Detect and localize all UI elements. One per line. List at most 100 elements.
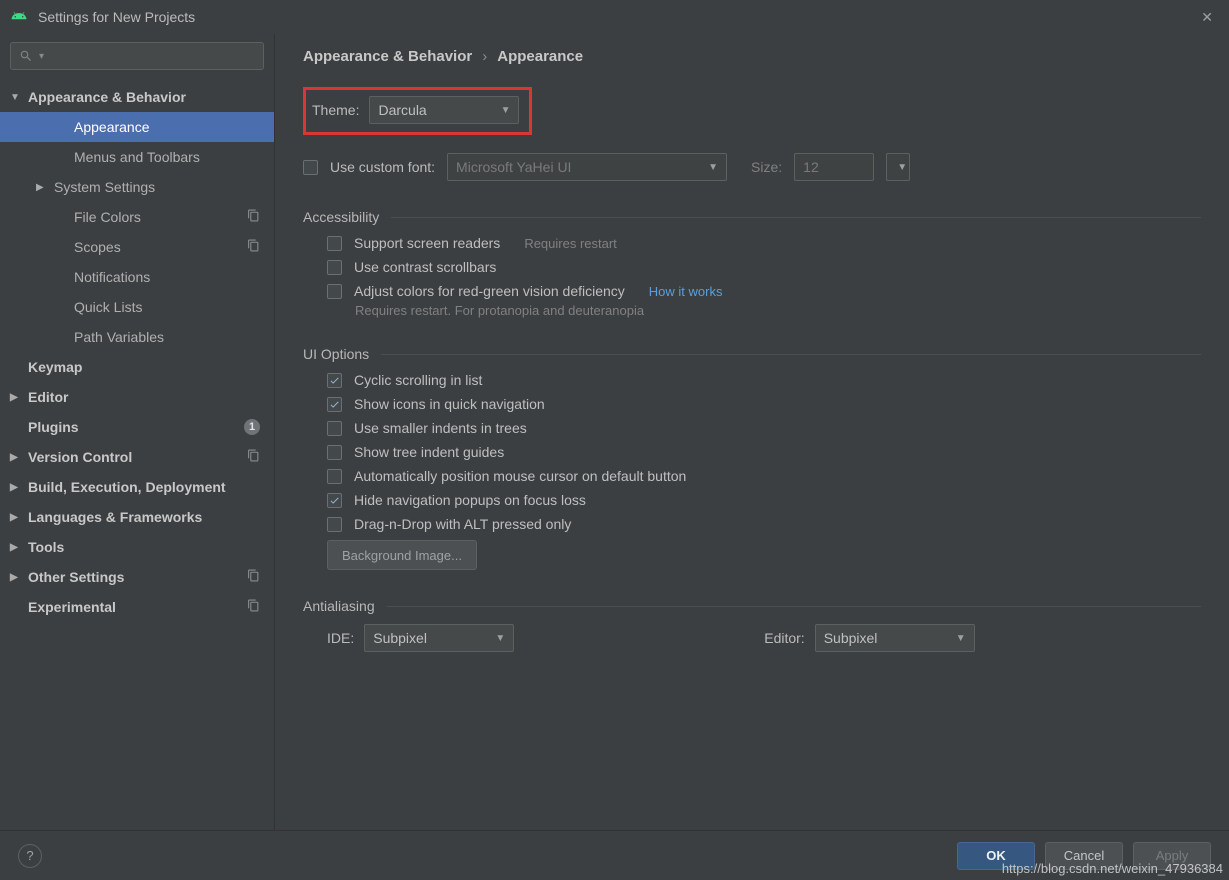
- sidebar-item-label: System Settings: [54, 179, 155, 195]
- ui-option-checkbox[interactable]: [327, 469, 342, 484]
- dialog-footer: ? OK Cancel Apply: [0, 830, 1229, 880]
- how-it-works-link[interactable]: How it works: [649, 284, 723, 299]
- sidebar-item-label: Notifications: [74, 269, 150, 285]
- search-input[interactable]: ▾: [10, 42, 264, 70]
- project-scope-icon: [247, 569, 260, 585]
- sidebar-item-scopes[interactable]: Scopes: [0, 232, 274, 262]
- ui-option-checkbox[interactable]: [327, 373, 342, 388]
- chevron-right-icon: ▶: [10, 512, 24, 523]
- ui-options-section: UI Options: [303, 346, 1201, 362]
- sidebar-item-label: Editor: [28, 389, 68, 405]
- chevron-down-icon: ▾: [39, 51, 44, 62]
- project-scope-icon: [247, 239, 260, 255]
- close-icon[interactable]: ✕: [1195, 5, 1219, 30]
- theme-value: Darcula: [378, 102, 426, 118]
- sidebar-item-editor[interactable]: ▶Editor: [0, 382, 274, 412]
- accessibility-row: Adjust colors for red-green vision defic…: [303, 283, 1201, 299]
- ui-option-checkbox[interactable]: [327, 493, 342, 508]
- font-size-field[interactable]: 12: [794, 153, 874, 181]
- sidebar-item-appearance[interactable]: Appearance: [0, 112, 274, 142]
- settings-tree: ▼Appearance & BehaviorAppearanceMenus an…: [0, 80, 274, 624]
- accessibility-checkbox[interactable]: [327, 260, 342, 275]
- chevron-right-icon: ▶: [10, 572, 24, 583]
- badge: 1: [244, 419, 260, 435]
- breadcrumb: Appearance & Behavior › Appearance: [303, 48, 1201, 65]
- font-size-stepper[interactable]: ▼: [886, 153, 910, 181]
- ui-option-row: Show tree indent guides: [303, 444, 1201, 460]
- sidebar-item-experimental[interactable]: Experimental: [0, 592, 274, 622]
- ui-option-row: Use smaller indents in trees: [303, 420, 1201, 436]
- sidebar-item-label: Plugins: [28, 419, 79, 435]
- sidebar-item-languages-frameworks[interactable]: ▶Languages & Frameworks: [0, 502, 274, 532]
- accessibility-checkbox[interactable]: [327, 284, 342, 299]
- ui-option-label: Show tree indent guides: [354, 444, 504, 460]
- ui-option-checkbox[interactable]: [327, 397, 342, 412]
- ui-option-label: Drag-n-Drop with ALT pressed only: [354, 516, 571, 532]
- ok-button[interactable]: OK: [957, 842, 1035, 870]
- custom-font-dropdown[interactable]: Microsoft YaHei UI ▼: [447, 153, 727, 181]
- sidebar-item-menus-and-toolbars[interactable]: Menus and Toolbars: [0, 142, 274, 172]
- accessibility-checkbox[interactable]: [327, 236, 342, 251]
- title-bar: Settings for New Projects ✕: [0, 0, 1229, 34]
- hint-text: Requires restart: [524, 236, 616, 251]
- project-scope-icon: [247, 599, 260, 615]
- ui-option-row: Automatically position mouse cursor on d…: [303, 468, 1201, 484]
- ui-option-checkbox[interactable]: [327, 517, 342, 532]
- sidebar-item-path-variables[interactable]: Path Variables: [0, 322, 274, 352]
- sidebar-item-appearance-behavior[interactable]: ▼Appearance & Behavior: [0, 82, 274, 112]
- sidebar-item-keymap[interactable]: Keymap: [0, 352, 274, 382]
- custom-font-checkbox[interactable]: [303, 160, 318, 175]
- antialiasing-title: Antialiasing: [303, 598, 375, 614]
- sidebar-item-label: Experimental: [28, 599, 116, 615]
- ui-option-label: Cyclic scrolling in list: [354, 372, 482, 388]
- sidebar-item-label: Version Control: [28, 449, 132, 465]
- ui-option-label: Hide navigation popups on focus loss: [354, 492, 586, 508]
- ui-option-checkbox[interactable]: [327, 421, 342, 436]
- antialias-ide-dropdown[interactable]: Subpixel ▼: [364, 624, 514, 652]
- sidebar-item-label: Other Settings: [28, 569, 124, 585]
- chevron-down-icon: ▼: [501, 105, 511, 116]
- sidebar-item-label: Build, Execution, Deployment: [28, 479, 226, 495]
- antialias-editor-dropdown[interactable]: Subpixel ▼: [815, 624, 975, 652]
- accessibility-label: Adjust colors for red-green vision defic…: [354, 283, 625, 299]
- project-scope-icon: [247, 449, 260, 465]
- ui-option-label: Show icons in quick navigation: [354, 396, 545, 412]
- help-button[interactable]: ?: [18, 844, 42, 868]
- chevron-down-icon: ▼: [495, 633, 505, 644]
- background-image-button[interactable]: Background Image...: [327, 540, 477, 570]
- sidebar: ▾ ▼Appearance & BehaviorAppearanceMenus …: [0, 34, 275, 830]
- breadcrumb-part2: Appearance: [497, 48, 583, 65]
- sidebar-item-notifications[interactable]: Notifications: [0, 262, 274, 292]
- sidebar-item-label: Keymap: [28, 359, 82, 375]
- sidebar-item-system-settings[interactable]: ▶System Settings: [0, 172, 274, 202]
- ui-option-label: Automatically position mouse cursor on d…: [354, 468, 686, 484]
- sidebar-item-quick-lists[interactable]: Quick Lists: [0, 292, 274, 322]
- sidebar-item-label: Path Variables: [74, 329, 164, 345]
- ui-option-checkbox[interactable]: [327, 445, 342, 460]
- size-label: Size:: [751, 159, 782, 175]
- window-title: Settings for New Projects: [38, 9, 195, 25]
- sidebar-item-other-settings[interactable]: ▶ Other Settings: [0, 562, 274, 592]
- apply-button[interactable]: Apply: [1133, 842, 1211, 870]
- antialias-ide-value: Subpixel: [373, 630, 427, 646]
- sidebar-item-version-control[interactable]: ▶ Version Control: [0, 442, 274, 472]
- theme-label: Theme:: [312, 102, 359, 118]
- sidebar-item-label: Scopes: [74, 239, 121, 255]
- sidebar-item-file-colors[interactable]: File Colors: [0, 202, 274, 232]
- cancel-button[interactable]: Cancel: [1045, 842, 1123, 870]
- breadcrumb-sep: ›: [482, 48, 487, 65]
- accessibility-label: Use contrast scrollbars: [354, 259, 496, 275]
- hint-text: Requires restart. For protanopia and deu…: [303, 303, 1201, 318]
- sidebar-item-build-execution-deployment[interactable]: ▶Build, Execution, Deployment: [0, 472, 274, 502]
- sidebar-item-plugins[interactable]: Plugins 1: [0, 412, 274, 442]
- antialias-editor-value: Subpixel: [824, 630, 878, 646]
- accessibility-label: Support screen readers: [354, 235, 500, 251]
- chevron-down-icon: ▼: [10, 92, 24, 103]
- chevron-right-icon: ▶: [10, 452, 24, 463]
- sidebar-item-tools[interactable]: ▶Tools: [0, 532, 274, 562]
- theme-dropdown[interactable]: Darcula ▼: [369, 96, 519, 124]
- ui-option-row: Show icons in quick navigation: [303, 396, 1201, 412]
- ui-option-row: Hide navigation popups on focus loss: [303, 492, 1201, 508]
- custom-font-label: Use custom font:: [330, 159, 435, 175]
- antialias-ide-label: IDE:: [327, 630, 354, 646]
